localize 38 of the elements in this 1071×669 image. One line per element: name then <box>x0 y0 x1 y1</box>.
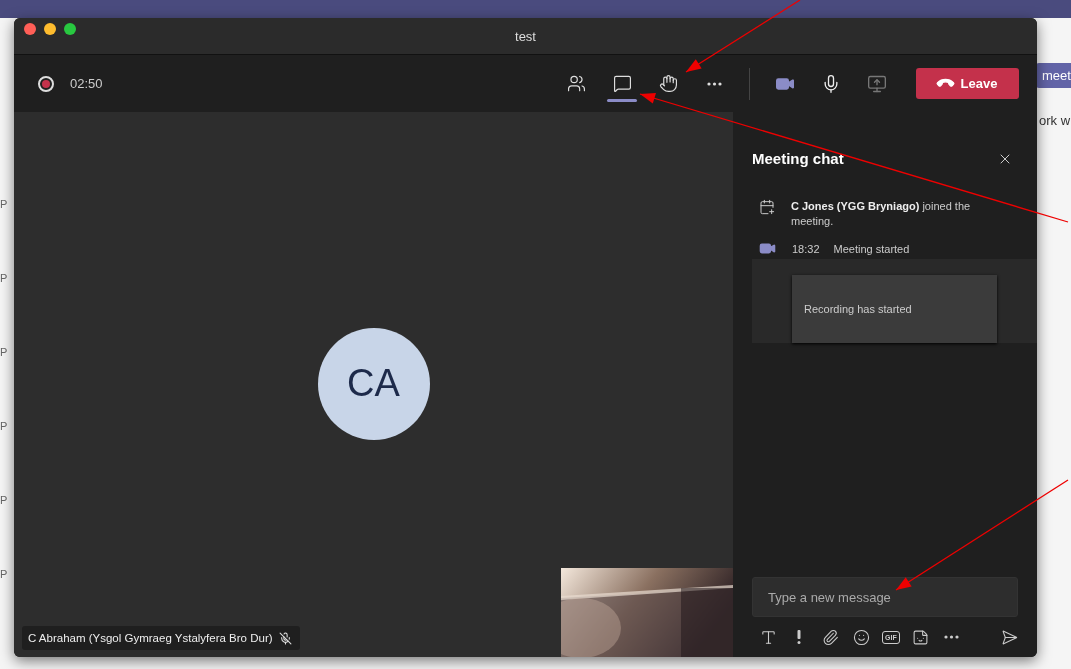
sticker-icon <box>912 628 930 646</box>
time-label: P <box>0 420 9 432</box>
join-message: C Jones (YGG Bryniago) joined the meeting. <box>791 199 971 229</box>
event-message: Meeting started <box>833 243 910 255</box>
send-icon <box>1000 628 1018 646</box>
message-field[interactable]: Type a new message <box>752 577 1018 617</box>
people-icon <box>566 74 586 93</box>
zoom-button[interactable] <box>64 23 76 35</box>
participant-name: C Abraham (Ysgol Gymraeg Ystalyfera Bro Dur) <box>28 632 273 644</box>
time-label: P <box>0 494 9 506</box>
share-icon <box>867 73 887 94</box>
window-title: test <box>515 28 536 44</box>
time-label: P <box>0 568 9 580</box>
exclamation-icon <box>797 630 801 644</box>
emoji-button[interactable] <box>851 627 871 647</box>
avatar: CA <box>317 327 430 440</box>
time-label: P <box>0 198 9 210</box>
call-timer: 02:50 <box>70 76 103 91</box>
recording-card: Recording has started <box>792 275 997 343</box>
send-button[interactable] <box>999 627 1019 647</box>
time-label: P <box>0 346 9 358</box>
format-icon <box>759 628 777 646</box>
attach-icon <box>821 628 839 646</box>
minimize-button[interactable] <box>44 23 56 35</box>
background-text: ork w <box>1039 113 1071 128</box>
sticker-button[interactable] <box>910 627 931 647</box>
time-label: P <box>0 272 9 284</box>
chat-title: Meeting chat <box>752 150 844 167</box>
close-window-button[interactable] <box>24 23 36 35</box>
more-icon <box>706 81 722 86</box>
chat-icon <box>612 74 632 93</box>
emoji-icon <box>852 628 870 646</box>
leave-button[interactable]: Leave <box>916 68 1019 99</box>
meet-button[interactable]: meet <box>1036 63 1071 88</box>
more-icon <box>944 635 960 639</box>
event-time: 18:32 <box>792 243 820 255</box>
hand-icon <box>658 74 678 93</box>
calendar-icon <box>759 199 775 215</box>
